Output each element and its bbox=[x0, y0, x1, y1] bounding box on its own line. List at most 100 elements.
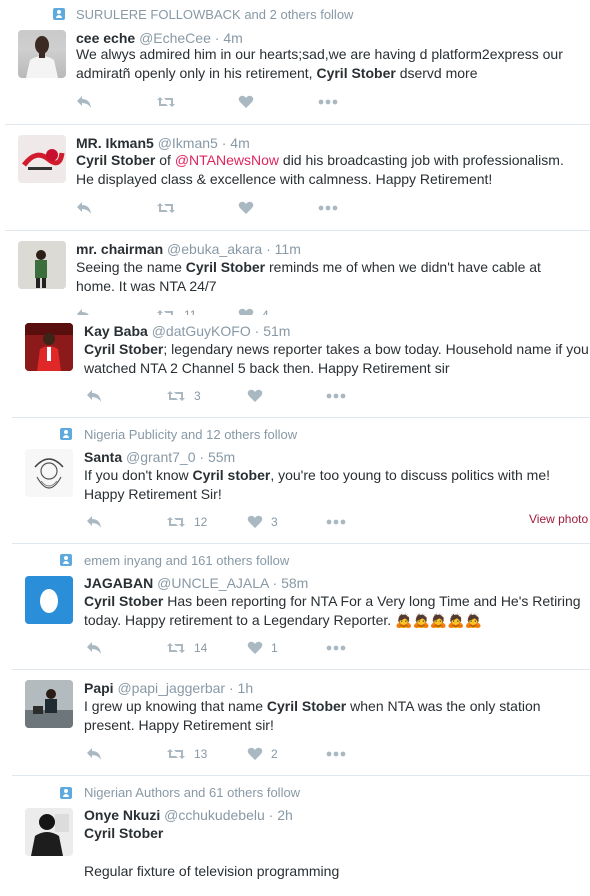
retweet-icon bbox=[156, 201, 176, 215]
separator: · bbox=[221, 135, 227, 151]
like-button[interactable] bbox=[238, 94, 254, 110]
more-button[interactable] bbox=[318, 94, 338, 110]
display-name[interactable]: MR. Ikman5 bbox=[76, 135, 154, 151]
like-button[interactable]: 3 bbox=[247, 514, 278, 530]
avatar[interactable] bbox=[18, 135, 66, 183]
reply-button[interactable] bbox=[86, 640, 102, 656]
follow-context-icon bbox=[53, 8, 65, 20]
display-name[interactable]: Kay Baba bbox=[84, 323, 148, 339]
like-button[interactable] bbox=[238, 200, 254, 216]
tweet-header: Kay Baba @datGuyKOFO · 51m bbox=[84, 322, 290, 340]
retweet-button[interactable] bbox=[156, 94, 176, 110]
follow-context-icon bbox=[60, 787, 72, 799]
tweet-card[interactable]: mr. chairman @ebuka_akara · 11m Seeing t… bbox=[0, 231, 590, 315]
user-handle[interactable]: @datGuyKOFO bbox=[152, 323, 251, 339]
tweet-card[interactable]: Kay Baba @datGuyKOFO · 51m Cyril Stober;… bbox=[0, 315, 590, 416]
retweet-icon bbox=[166, 389, 186, 403]
timestamp[interactable]: 58m bbox=[281, 575, 308, 591]
user-handle[interactable]: @papi_jaggerbar bbox=[117, 680, 225, 696]
retweet-button[interactable]: 12 bbox=[166, 514, 207, 530]
reply-button[interactable] bbox=[86, 514, 102, 530]
display-name[interactable]: Santa bbox=[84, 449, 122, 465]
retweet-count: 3 bbox=[194, 389, 201, 403]
retweet-button[interactable]: 13 bbox=[166, 746, 207, 762]
tweet-card[interactable]: Nigerian Authors and 61 others follow On… bbox=[0, 776, 590, 896]
display-name[interactable]: JAGABAN bbox=[84, 575, 153, 591]
timestamp[interactable]: 1h bbox=[238, 680, 254, 696]
timestamp[interactable]: 4m bbox=[223, 30, 242, 46]
follow-context-icon bbox=[60, 428, 72, 440]
avatar[interactable] bbox=[25, 576, 73, 624]
reply-button[interactable] bbox=[76, 200, 92, 216]
display-name[interactable]: mr. chairman bbox=[76, 241, 163, 257]
display-name[interactable]: Papi bbox=[84, 680, 114, 696]
reply-button[interactable] bbox=[86, 746, 102, 762]
retweet-icon bbox=[156, 95, 176, 109]
avatar[interactable] bbox=[25, 680, 73, 728]
user-handle[interactable]: @grant7_0 bbox=[126, 449, 195, 465]
highlight-term: Cyril Stober bbox=[76, 152, 156, 168]
view-photo-link[interactable]: View photo bbox=[529, 512, 588, 526]
more-icon bbox=[318, 205, 338, 211]
more-button[interactable] bbox=[326, 640, 346, 656]
background-timeline-panel: SURULERE FOLLOWBACK and 2 others follow … bbox=[0, 0, 590, 315]
tweet-actions: 13 2 bbox=[86, 746, 386, 762]
avatar[interactable] bbox=[18, 241, 66, 289]
display-name[interactable]: Onye Nkuzi bbox=[84, 807, 160, 823]
more-button[interactable] bbox=[326, 514, 346, 530]
tweet-text: Cyril Stober Regular fixture of televisio… bbox=[84, 825, 340, 879]
tweet-text: We alwys admired him in our hearts;sad,w… bbox=[76, 46, 563, 81]
more-button[interactable] bbox=[326, 388, 346, 404]
user-handle[interactable]: @ebuka_akara bbox=[167, 241, 262, 257]
tweet-card[interactable]: Papi @papi_jaggerbar · 1h I grew up know… bbox=[0, 670, 590, 775]
avatar[interactable] bbox=[25, 808, 73, 856]
like-button[interactable] bbox=[247, 388, 263, 404]
reply-icon bbox=[76, 308, 92, 315]
tweet-card[interactable]: emem inyang and 161 others follow JAGABA… bbox=[0, 544, 590, 669]
more-button[interactable] bbox=[318, 200, 338, 216]
user-handle[interactable]: @UNCLE_AJALA bbox=[157, 575, 268, 591]
display-name[interactable]: cee eche bbox=[76, 30, 135, 46]
like-button[interactable]: 4 bbox=[238, 307, 269, 315]
more-icon bbox=[326, 645, 346, 651]
tweet-header: Papi @papi_jaggerbar · 1h bbox=[84, 679, 253, 697]
tweet-actions: 3 bbox=[86, 388, 386, 404]
timestamp[interactable]: 51m bbox=[263, 323, 290, 339]
avatar[interactable] bbox=[25, 323, 73, 371]
avatar[interactable] bbox=[25, 449, 73, 497]
avatar[interactable] bbox=[18, 30, 66, 78]
retweet-button[interactable] bbox=[156, 200, 176, 216]
mention-link[interactable]: @NTANewsNow bbox=[175, 152, 279, 168]
timestamp[interactable]: 2h bbox=[277, 807, 293, 823]
tweet-header: Onye Nkuzi @cchukudebelu · 2h bbox=[84, 806, 293, 824]
highlight-term: Cyril Stober bbox=[84, 593, 164, 609]
reply-button[interactable] bbox=[86, 388, 102, 404]
tweet-header: mr. chairman @ebuka_akara · 11m bbox=[76, 240, 301, 258]
heart-icon bbox=[247, 641, 263, 655]
like-button[interactable]: 1 bbox=[247, 640, 278, 656]
user-handle[interactable]: @cchukudebelu bbox=[164, 807, 265, 823]
reply-button[interactable] bbox=[76, 307, 92, 315]
follow-context-text: emem inyang and 161 others follow bbox=[84, 553, 290, 568]
heart-icon bbox=[247, 747, 263, 761]
more-button[interactable] bbox=[326, 746, 346, 762]
follow-context-text: Nigeria Publicity and 12 others follow bbox=[84, 427, 298, 442]
user-handle[interactable]: @Ikman5 bbox=[158, 135, 218, 151]
tweet-card[interactable]: SURULERE FOLLOWBACK and 2 others follow … bbox=[0, 0, 590, 124]
timestamp[interactable]: 55m bbox=[208, 449, 235, 465]
separator: · bbox=[254, 323, 260, 339]
retweet-button[interactable]: 11 bbox=[156, 307, 196, 315]
tweet-card[interactable]: Nigeria Publicity and 12 others follow S… bbox=[0, 418, 590, 543]
heart-icon bbox=[238, 201, 254, 215]
timestamp[interactable]: 11m bbox=[275, 241, 301, 257]
tweet-card[interactable]: MR. Ikman5 @Ikman5 · 4m Cyril Stober of … bbox=[0, 125, 590, 230]
user-handle[interactable]: @EcheCee bbox=[139, 30, 211, 46]
tweet-actions: 12 3 bbox=[86, 514, 386, 530]
tweet-actions: 11 4 bbox=[76, 307, 376, 315]
timestamp[interactable]: 4m bbox=[230, 135, 249, 151]
separator: · bbox=[199, 449, 205, 465]
like-button[interactable]: 2 bbox=[247, 746, 278, 762]
reply-button[interactable] bbox=[76, 94, 92, 110]
retweet-button[interactable]: 14 bbox=[166, 640, 207, 656]
retweet-button[interactable]: 3 bbox=[166, 388, 201, 404]
